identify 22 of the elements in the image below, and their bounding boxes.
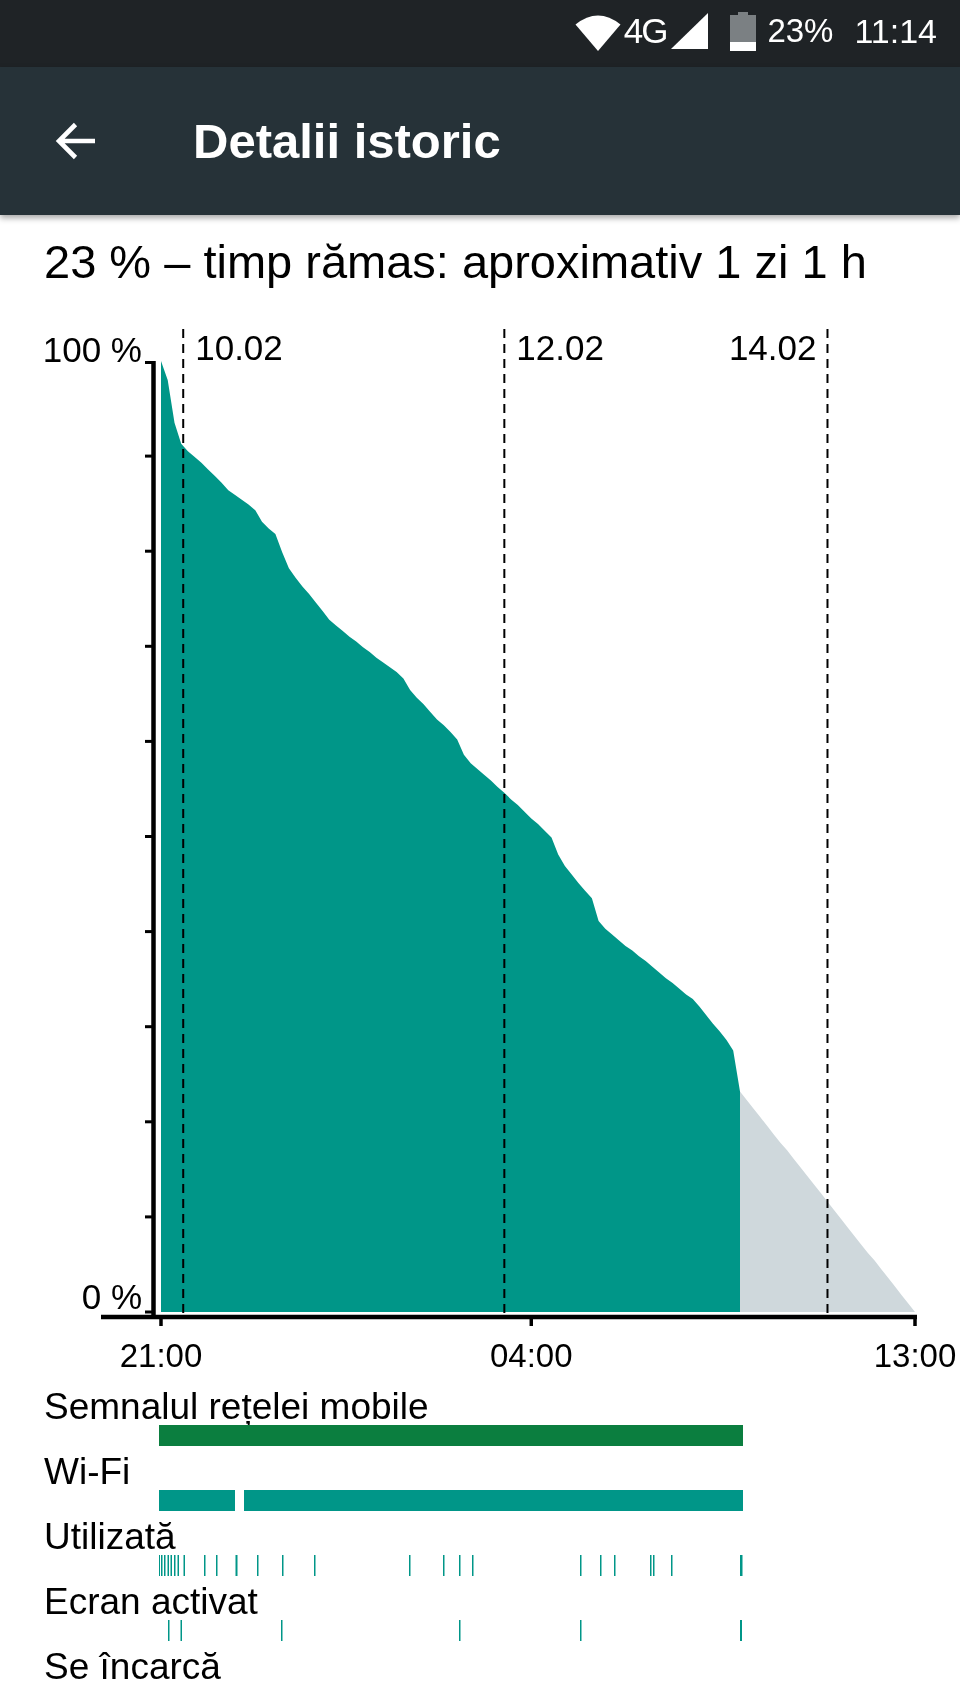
y-axis-label: 100 % — [42, 330, 142, 369]
track-label: Utilizată — [44, 1519, 176, 1555]
track-label: Ecran activat — [44, 1584, 258, 1620]
signal-icon — [671, 13, 709, 49]
clock-time: 11:14 — [854, 11, 937, 51]
screen-title: Detalii istoric — [193, 113, 501, 169]
date-label: 12.02 — [516, 328, 604, 367]
track-label: Semnalul rețelei mobile — [44, 1389, 429, 1425]
battery-summary: 23 % – timp rămas: aproximativ 1 zi 1 h — [43, 234, 868, 289]
y-axis-label: 0 % — [81, 1277, 142, 1316]
wifi-icon — [574, 13, 621, 51]
battery-percent: 23% — [767, 11, 834, 51]
x-axis-label: 13:00 — [873, 1337, 957, 1374]
track-label: Wi-Fi — [44, 1454, 131, 1490]
date-label: 14.02 — [728, 328, 817, 367]
x-axis-label: 04:00 — [489, 1337, 573, 1374]
network-type-label: 4G — [623, 11, 667, 51]
battery-icon — [730, 11, 757, 51]
x-axis-label: 21:00 — [119, 1337, 203, 1374]
back-arrow-icon[interactable] — [54, 120, 96, 162]
date-label: 10.02 — [195, 328, 283, 367]
track-label: Se încarcă — [44, 1649, 221, 1685]
